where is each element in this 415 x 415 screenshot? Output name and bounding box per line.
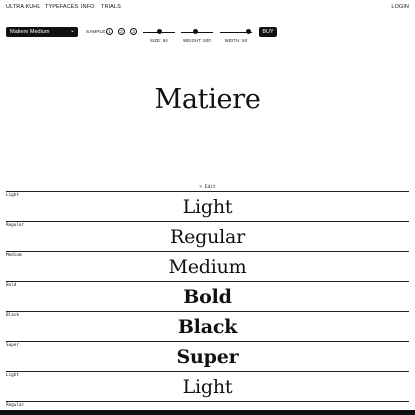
buy-button[interactable]: BUY: [259, 27, 277, 37]
size-slider-label: SIZE: 84: [150, 38, 168, 43]
weight-row-light-italic: Light Light: [6, 371, 409, 401]
weight-sample[interactable]: Light: [6, 196, 409, 218]
top-nav: ULTRA KUHL TYPEFACES INFO TRIALS LOGIN: [6, 4, 409, 14]
weight-slider-thumb[interactable]: [193, 29, 199, 34]
width-slider-thumb[interactable]: [246, 29, 252, 34]
chevron-down-icon: ⌄: [69, 28, 75, 34]
nav-link-info[interactable]: INFO: [81, 4, 95, 10]
weight-sample[interactable]: Black: [6, 316, 409, 338]
weight-slider[interactable]: WEIGHT: 500: [181, 27, 213, 45]
type-tester-toolbar: Matiere Medium ⌄ SAMPLE 1 2 3 SIZE: 84 W…: [6, 27, 409, 47]
weight-row-regular: Regular Regular: [6, 221, 409, 251]
weight-sample[interactable]: Light: [6, 376, 409, 398]
weight-tag: Regular: [6, 403, 25, 408]
nav-link-typefaces[interactable]: TYPEFACES: [45, 4, 78, 10]
weight-row-super: Super Super: [6, 341, 409, 371]
sample-label: SAMPLE: [86, 29, 106, 34]
weight-sample[interactable]: Bold: [6, 286, 409, 308]
weight-row-black: Black Black: [6, 311, 409, 341]
size-slider[interactable]: SIZE: 84: [143, 27, 175, 45]
weight-sample[interactable]: Medium: [6, 256, 409, 278]
weight-slider-label: WEIGHT: 500: [183, 38, 211, 43]
font-style-select[interactable]: Matiere Medium ⌄: [6, 27, 78, 37]
weight-sample[interactable]: Regular: [6, 226, 409, 248]
sample-1-button[interactable]: 1: [106, 28, 113, 35]
bottom-bar: [0, 410, 415, 415]
hero-sample-text[interactable]: Matiere: [0, 84, 415, 115]
weight-row-medium: Medium Medium: [6, 251, 409, 281]
weight-row-bold: Bold Bold: [6, 281, 409, 311]
nav-link-trials[interactable]: TRIALS: [101, 4, 121, 10]
width-slider-label: WIDTH: 50: [224, 38, 248, 43]
weight-row-light: Light Light: [6, 191, 409, 221]
weights-list: Light Light Regular Regular Medium Mediu…: [6, 191, 409, 415]
login-link[interactable]: LOGIN: [391, 4, 409, 10]
width-slider[interactable]: WIDTH: 50: [220, 27, 252, 45]
edit-button[interactable]: ✎ Edit: [0, 185, 415, 190]
nav-link-ultra-kuhl[interactable]: ULTRA KUHL: [6, 4, 41, 10]
font-style-select-value: Matiere Medium: [10, 29, 50, 35]
sample-3-button[interactable]: 3: [130, 28, 137, 35]
size-slider-thumb[interactable]: [156, 29, 162, 34]
weight-sample[interactable]: Super: [6, 346, 409, 368]
sample-2-button[interactable]: 2: [118, 28, 125, 35]
